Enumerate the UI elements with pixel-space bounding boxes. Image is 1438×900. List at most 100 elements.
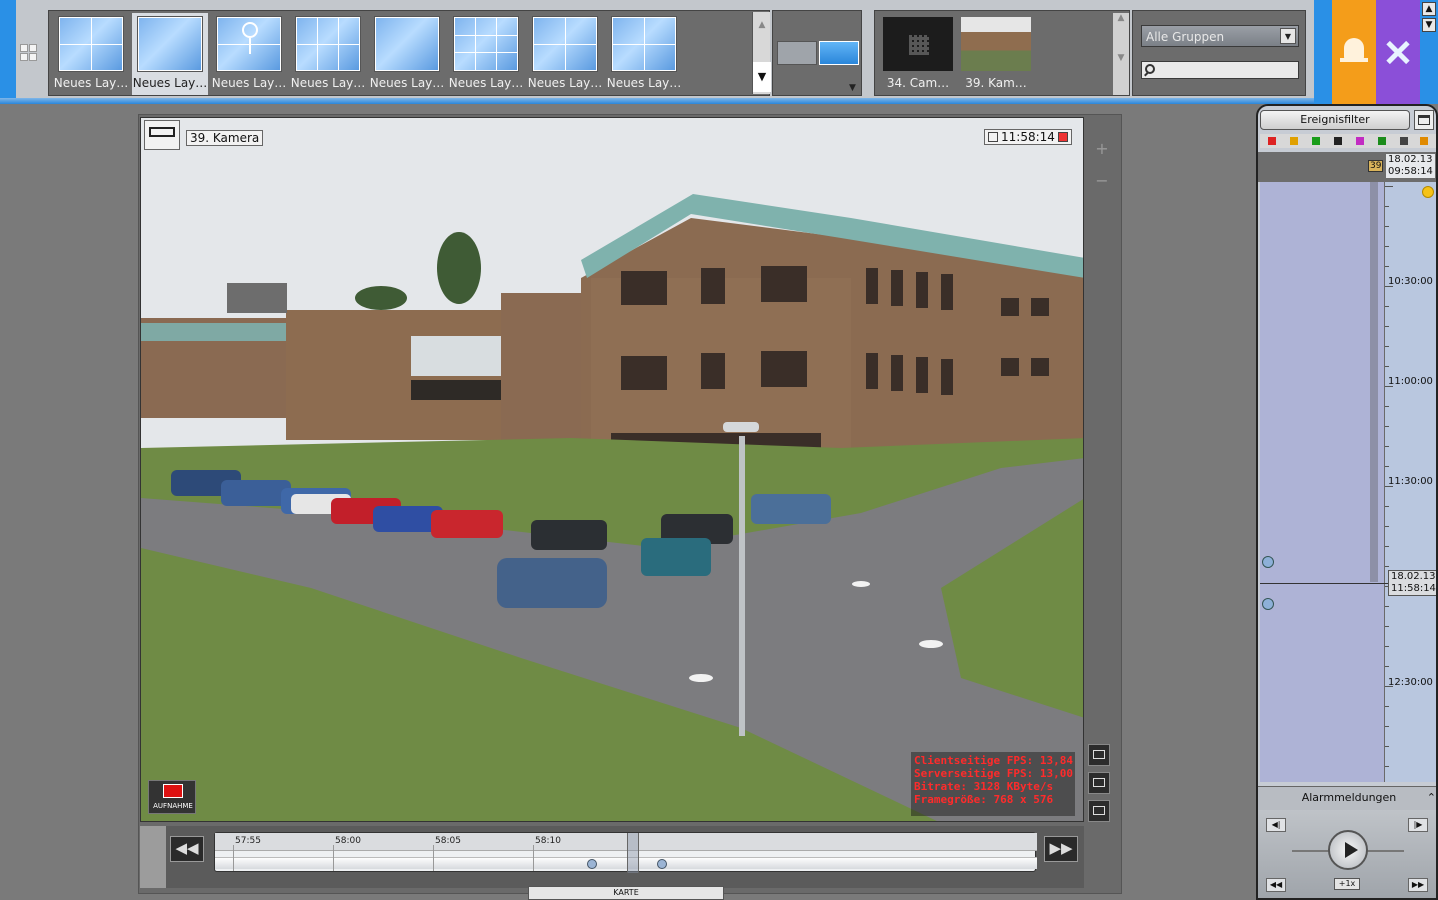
event-hour-label: 11:30:00 [1388,476,1433,487]
event-marker-badge[interactable]: 39 [1368,160,1384,172]
monitor-button[interactable] [1088,744,1110,766]
filter-camera-icon[interactable] [1378,137,1386,145]
layout-item[interactable]: Neues Lay… [290,13,366,95]
stats-line: Serverseitige FPS: 13,00 [914,767,1073,780]
alarm-button[interactable] [1332,0,1376,104]
layout-label: Neues Lay… [527,76,603,90]
timeline-cursor[interactable] [627,833,639,873]
layout-item[interactable]: Neues Lay… [132,13,208,95]
event-scale-tick [1385,226,1389,227]
cameras-scrollbar[interactable]: ▲ ▼ [1113,13,1129,95]
layout-item[interactable]: Neues Lay… [606,13,682,95]
toolbar-accent-left [0,0,16,104]
sun-icon [1422,186,1434,198]
layout-item[interactable]: Neues Lay… [527,13,603,95]
layout-thumbnail [138,17,202,71]
chevron-up-icon[interactable]: ⌃ [1427,787,1436,809]
pause-icon[interactable] [988,132,998,142]
event-scale-tick [1385,426,1389,427]
event-dot-marker[interactable] [1262,598,1274,610]
event-scale-tick [1385,446,1389,447]
alarm-messages-bar[interactable]: Alarmmeldungen ⌃ [1258,786,1436,810]
group-select[interactable]: Alle Gruppen ▼ [1141,25,1299,47]
event-scale-tick [1385,326,1389,327]
filter-magenta-icon[interactable] [1356,137,1364,145]
event-track[interactable] [1260,182,1384,782]
layouts-scrollbar[interactable]: ▲ ▼ [752,12,771,94]
filter-red-icon[interactable] [1268,137,1276,145]
layout-item[interactable]: Neues Lay… [369,13,445,95]
filter-black-icon[interactable] [1334,137,1342,145]
fast-forward-button[interactable]: ▶▶ [1044,836,1078,862]
timeline-tick [233,845,234,871]
filter-audio-icon[interactable] [1400,137,1408,145]
scroll-up-icon[interactable]: ▲ [753,20,771,30]
event-scale-tick [1385,606,1389,607]
window-arrow-up-icon[interactable]: ▲ [1422,2,1436,16]
event-scale-tick [1385,666,1389,667]
layout-item[interactable]: Neues Lay… [448,13,524,95]
layout-thumbnail [217,17,281,71]
event-filter-row [1260,134,1436,148]
archive-timeline: ◀◀ ▶▶ 57:55 58:00 58:05 58:10 [140,826,1084,888]
zoom-out-icon[interactable]: − [1090,170,1114,194]
step-back-button[interactable]: ◀| [1266,818,1286,832]
event-scale-tick [1385,626,1389,627]
calendar-button[interactable] [1414,110,1434,130]
archive-button[interactable] [1088,772,1110,794]
filter-green-icon[interactable] [1312,137,1320,145]
event-range-bar[interactable] [1370,182,1378,582]
event-scale-tick [1385,186,1393,187]
group-select-value: Alle Gruppen [1146,30,1225,44]
chevron-down-icon[interactable]: ▼ [849,83,856,93]
step-forward-button[interactable]: |▶ [1408,818,1428,832]
layout-label: Neues Lay… [132,76,208,90]
event-scale-tick [1385,466,1389,467]
current-date: 18.02.13 [1391,571,1436,582]
event-scale-tick [1385,506,1389,507]
layout-mode-option-grey[interactable] [777,41,817,65]
record-button[interactable]: AUFNAHME [148,780,196,814]
current-time-label: 18.02.13 11:58:14 [1388,570,1436,596]
rewind-button[interactable]: ◀◀ [170,836,204,862]
filter-yellow-icon[interactable] [1290,137,1298,145]
timeline-tick [533,845,534,871]
event-scale-tick [1385,646,1389,647]
layout-item[interactable]: Neues Lay… [53,13,129,95]
filter-orange-icon[interactable] [1420,137,1428,145]
view-button[interactable] [1088,800,1110,822]
event-scale-tick [1385,406,1389,407]
scroll-down-button[interactable]: ▼ [753,62,771,92]
layouts-grid-icon[interactable] [20,44,38,62]
zoom-in-icon[interactable]: + [1090,138,1114,162]
camera-search-input[interactable] [1141,61,1299,79]
event-filter-button[interactable]: Ereignisfilter [1260,110,1410,130]
play-button[interactable] [1328,830,1368,870]
current-time-line [1260,583,1388,584]
skip-back-button[interactable]: ◀◀ [1266,878,1286,892]
eye-icon [1093,806,1105,815]
window-arrow-down-icon[interactable]: ▼ [1422,18,1436,32]
timeline-event-marker[interactable] [587,859,597,869]
skip-forward-button[interactable]: ▶▶ [1408,878,1428,892]
chevron-down-icon[interactable]: ▼ [1280,28,1296,44]
event-dot-marker[interactable] [1262,556,1274,568]
camera-video-feed[interactable] [140,117,1084,822]
layout-item[interactable]: Neues Lay… [211,13,287,95]
camera-icon[interactable] [144,120,180,150]
record-indicator-icon[interactable] [1057,132,1068,142]
map-tab[interactable]: KARTE [528,886,724,900]
layout-thumbnail [454,17,518,71]
settings-button[interactable] [1376,0,1420,104]
camera-item[interactable]: 39. Kam… [955,13,1031,95]
window-controls: ▲ ▼ [1420,0,1438,104]
timeline-event-marker[interactable] [657,859,667,869]
timeline-tick-label: 58:00 [335,836,361,846]
timeline-tick-label: 57:55 [235,836,261,846]
camera-item[interactable]: 34. Cam… [877,13,953,95]
layout-mode-option-blue[interactable] [819,41,859,65]
camera-title: 39. Kamera [186,130,264,146]
event-scale-tick [1385,266,1389,267]
timeline-track[interactable]: 57:55 58:00 58:05 58:10 [214,832,1037,873]
camera-offline-icon [909,35,929,55]
